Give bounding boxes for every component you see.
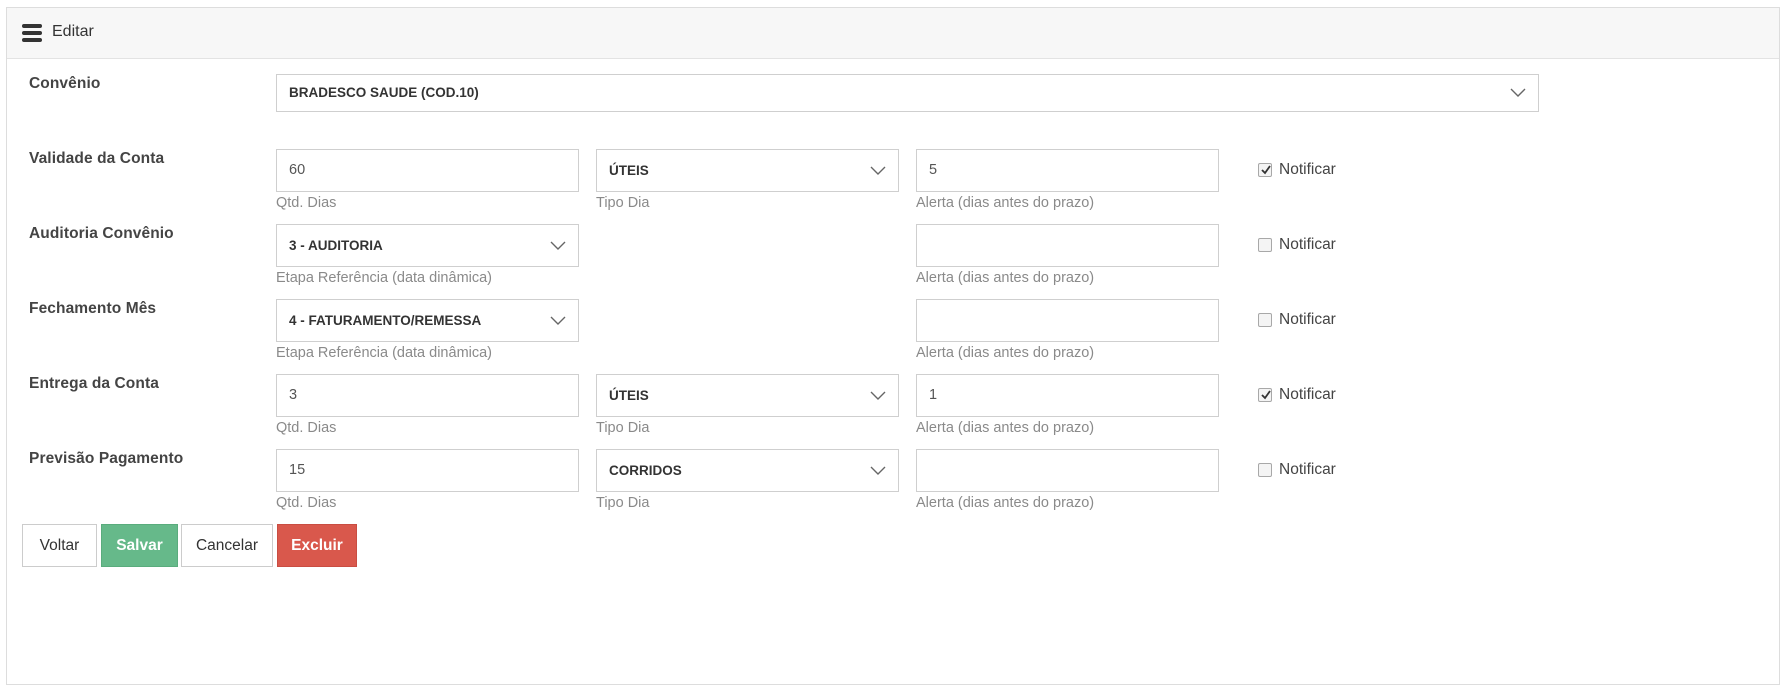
checkmark-icon [1261,390,1271,400]
voltar-button[interactable]: Voltar [22,524,97,567]
auditoria-etapa-value: 3 - AUDITORIA [289,238,383,253]
validade-notify-label[interactable]: Notificar [1279,161,1336,179]
validade-tipo-value: ÚTEIS [609,163,649,178]
validade-label: Validade da Conta [29,150,165,167]
entrega-notify-checkbox[interactable] [1258,388,1272,402]
validade-tipo-select[interactable]: ÚTEIS [596,149,899,192]
validade-alerta-input[interactable]: 5 [916,149,1219,192]
fechamento-alerta-hint: Alerta (dias antes do prazo) [916,345,1095,361]
entrega-qty-input[interactable]: 3 [276,374,579,417]
bars-icon [22,24,42,42]
previsao-tipo-value: CORRIDOS [609,463,682,478]
entrega-alerta-hint: Alerta (dias antes do prazo) [916,420,1095,436]
chevron-down-icon [550,241,566,250]
checkmark-icon [1261,165,1271,175]
previsao-notify-label[interactable]: Notificar [1279,461,1336,479]
convenio-value: BRADESCO SAUDE (COD.10) [289,85,479,100]
previsao-alerta-input[interactable] [916,449,1219,492]
validade-tipo-hint: Tipo Dia [596,195,650,211]
chevron-down-icon [870,466,886,475]
previsao-alerta-hint: Alerta (dias antes do prazo) [916,495,1095,511]
salvar-button[interactable]: Salvar [101,524,178,567]
chevron-down-icon [1510,88,1526,97]
validade-notify-checkbox[interactable] [1258,163,1272,177]
validade-qty-hint: Qtd. Dias [276,195,337,211]
excluir-button[interactable]: Excluir [277,524,357,567]
chevron-down-icon [870,391,886,400]
validade-qty-input[interactable]: 60 [276,149,579,192]
auditoria-notify-label[interactable]: Notificar [1279,236,1336,254]
fechamento-etapa-value: 4 - FATURAMENTO/REMESSA [289,313,482,328]
fechamento-alerta-input[interactable] [916,299,1219,342]
entrega-tipo-value: ÚTEIS [609,388,649,403]
previsao-qty-hint: Qtd. Dias [276,495,337,511]
entrega-tipo-hint: Tipo Dia [596,420,650,436]
entrega-notify-label[interactable]: Notificar [1279,386,1336,404]
previsao-label: Previsão Pagamento [29,450,184,467]
fechamento-etapa-select[interactable]: 4 - FATURAMENTO/REMESSA [276,299,579,342]
entrega-label: Entrega da Conta [29,375,159,392]
auditoria-alerta-input[interactable] [916,224,1219,267]
chevron-down-icon [870,166,886,175]
convenio-select[interactable]: BRADESCO SAUDE (COD.10) [276,74,1539,112]
entrega-tipo-select[interactable]: ÚTEIS [596,374,899,417]
chevron-down-icon [550,316,566,325]
auditoria-alerta-hint: Alerta (dias antes do prazo) [916,270,1095,286]
auditoria-label: Auditoria Convênio [29,225,174,242]
panel-header: Editar [7,8,1779,59]
fechamento-notify-label[interactable]: Notificar [1279,311,1336,329]
fechamento-etapa-hint: Etapa Referência (data dinâmica) [276,345,493,361]
fechamento-label: Fechamento Mês [29,300,157,317]
validade-alerta-hint: Alerta (dias antes do prazo) [916,195,1095,211]
auditoria-notify-checkbox[interactable] [1258,238,1272,252]
auditoria-etapa-hint: Etapa Referência (data dinâmica) [276,270,493,286]
convenio-label: Convênio [29,75,101,92]
previsao-notify-checkbox[interactable] [1258,463,1272,477]
previsao-tipo-select[interactable]: CORRIDOS [596,449,899,492]
auditoria-etapa-select[interactable]: 3 - AUDITORIA [276,224,579,267]
fechamento-notify-checkbox[interactable] [1258,313,1272,327]
entrega-qty-hint: Qtd. Dias [276,420,337,436]
panel-title: Editar [52,23,94,40]
previsao-qty-input[interactable]: 15 [276,449,579,492]
cancelar-button[interactable]: Cancelar [181,524,273,567]
entrega-alerta-input[interactable]: 1 [916,374,1219,417]
previsao-tipo-hint: Tipo Dia [596,495,650,511]
